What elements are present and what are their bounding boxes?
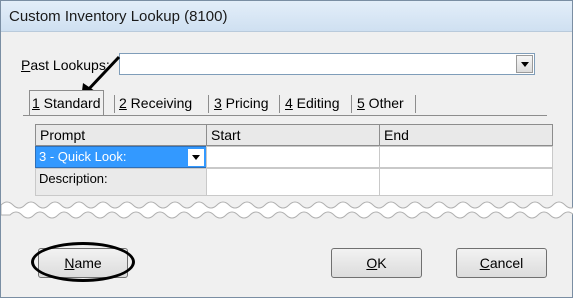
tab-receiving-label: Receiving [126,95,193,111]
ok-button[interactable]: OK [331,248,422,278]
highlight-oval [31,242,135,282]
tab-divider [279,95,280,113]
tab-editing[interactable]: 4 Editing [283,93,342,113]
tab-divider [415,95,416,113]
tab-standard-key: 1 [32,95,40,111]
ok-button-label: K [377,255,387,271]
tab-editing-label: Editing [292,95,340,111]
prompt-select-button[interactable] [188,149,204,166]
column-header-start: Start [206,124,380,146]
cancel-button[interactable]: Cancel [456,248,547,278]
past-lookups-label-key: P [21,57,31,73]
tab-pricing-label: Pricing [221,95,269,111]
start-input[interactable] [206,146,380,168]
tab-other-label: Other [364,95,404,111]
prompt-select[interactable]: 3 - Quick Look: [35,146,207,168]
tab-divider [351,95,352,113]
tab-divider [208,95,209,113]
prompt-label: Description: [35,168,207,196]
tab-standard[interactable]: 1 Standard [29,90,104,115]
column-header-end: End [379,124,553,146]
tab-other-key: 5 [357,95,365,111]
torn-edge-divider [1,201,573,219]
chevron-down-icon [521,62,529,67]
window-title: Custom Inventory Lookup (8100) [9,8,228,25]
ok-button-key: O [366,255,378,271]
cancel-button-label: ancel [489,255,524,271]
chevron-down-icon [192,155,200,160]
tab-panel-border [23,115,547,116]
column-header-prompt: Prompt [35,124,207,146]
prompt-select-value: 3 - Quick Look: [39,149,127,164]
end-input[interactable] [379,168,553,196]
dialog-window: Custom Inventory Lookup (8100) Past Look… [0,0,573,298]
end-input[interactable] [379,146,553,168]
tab-pricing-key: 3 [214,95,222,111]
start-input[interactable] [206,168,380,196]
tab-editing-key: 4 [285,95,293,111]
tab-other[interactable]: 5 Other [355,93,406,113]
past-lookups-dropdown-button[interactable] [516,55,533,73]
past-lookups-dropdown[interactable] [119,53,535,75]
title-bar[interactable]: Custom Inventory Lookup (8100) [1,1,572,32]
tab-standard-label: Standard [39,95,101,111]
tab-pricing[interactable]: 3 Pricing [212,93,270,113]
cancel-button-key: C [479,255,490,271]
